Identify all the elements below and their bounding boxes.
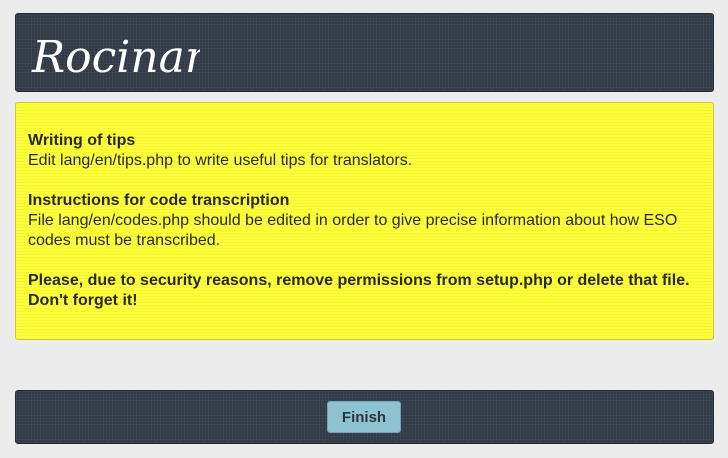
rocinante-logo: Rocinante: [31, 32, 200, 83]
footer-bar: Finish: [15, 390, 714, 444]
security-warning: Please, due to security reasons, remove …: [28, 272, 690, 309]
logo-text: Rocinante: [31, 32, 200, 83]
tip-title: Instructions for code transcription: [28, 192, 290, 209]
header-bar: Rocinante: [15, 13, 714, 92]
tip-writing-of-tips: Writing of tips Edit lang/en/tips.php to…: [28, 131, 701, 171]
tip-body: File lang/en/codes.php should be edited …: [28, 212, 678, 249]
notice-box: Writing of tips Edit lang/en/tips.php to…: [15, 102, 714, 340]
tip-title: Writing of tips: [28, 132, 136, 149]
tip-code-transcription: Instructions for code transcription File…: [28, 191, 701, 251]
tip-body: Edit lang/en/tips.php to write useful ti…: [28, 152, 413, 169]
finish-button[interactable]: Finish: [327, 401, 401, 433]
